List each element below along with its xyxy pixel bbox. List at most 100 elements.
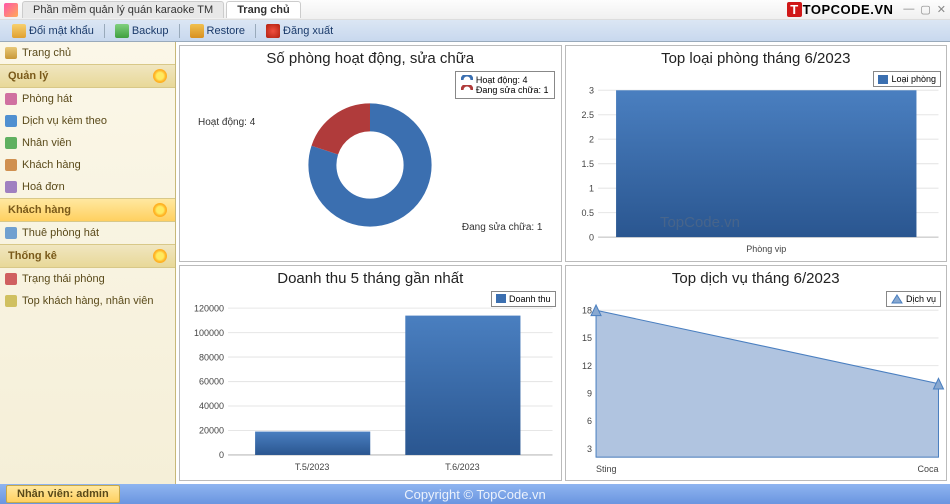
sidebar-item-rent[interactable]: Thuê phòng hát (0, 222, 175, 244)
sidebar-item-label: Trạng thái phòng (22, 273, 105, 285)
legend: Doanh thu (491, 291, 556, 307)
area-chart: 18 15 12 9 6 3 Sting Coca (566, 289, 947, 481)
maximize-icon[interactable]: ▢ (920, 3, 930, 16)
svg-text:1.5: 1.5 (581, 159, 594, 169)
sidebar-group-label: Quản lý (8, 70, 48, 82)
legend: Dịch vụ (886, 291, 941, 307)
sidebar-item-room[interactable]: Phòng hát (0, 88, 175, 110)
svg-text:T.6/2023: T.6/2023 (445, 461, 480, 471)
panel-revenue: Doanh thu 5 tháng gần nhất Doanh thu 120… (179, 265, 562, 482)
app-icon (4, 3, 18, 17)
bar-chart: 3 2.5 2 1.5 1 0.5 0 Phòng vip (566, 69, 947, 261)
sidebar-item-invoice[interactable]: Hoá đơn (0, 176, 175, 198)
logo: TTOPCODE.VN (787, 2, 893, 17)
logout-icon (266, 24, 280, 38)
svg-text:3: 3 (587, 443, 592, 453)
sidebar: Trang chủ Quản lý Phòng hát Dịch vụ kèm … (0, 42, 176, 484)
sidebar-item-room-status[interactable]: Trạng thái phòng (0, 268, 175, 290)
legend: Loại phòng (873, 71, 941, 87)
svg-text:40000: 40000 (199, 400, 224, 410)
sidebar-item-customer[interactable]: Khách hàng (0, 154, 175, 176)
callout-active: Hoạt động: 4 (198, 117, 255, 128)
top-icon (5, 295, 17, 307)
panel-top-service: Top dịch vụ tháng 6/2023 Dịch vụ 18 15 1… (565, 265, 948, 482)
sidebar-group-stats[interactable]: Thống kê (0, 244, 175, 268)
restore-icon (190, 24, 204, 38)
bar-chart: 120000 100000 80000 60000 40000 20000 0 … (180, 289, 561, 481)
svg-text:1: 1 (589, 183, 594, 193)
panel-title: Top loại phòng tháng 6/2023 (566, 46, 947, 69)
panel-title: Top dịch vụ tháng 6/2023 (566, 266, 947, 289)
status-user: Nhân viên: admin (6, 485, 120, 503)
close-icon[interactable]: ✕ (937, 3, 946, 16)
svg-text:80000: 80000 (199, 352, 224, 362)
key-icon (12, 24, 26, 38)
sidebar-item-service[interactable]: Dịch vụ kèm theo (0, 110, 175, 132)
sidebar-group-label: Thống kê (8, 250, 57, 262)
sun-icon (153, 249, 167, 263)
panel-top-room-type: Top loại phòng tháng 6/2023 Loại phòng 3… (565, 45, 948, 262)
sidebar-item-label: Top khách hàng, nhân viên (22, 295, 154, 307)
svg-text:2: 2 (589, 134, 594, 144)
backup-icon (115, 24, 129, 38)
svg-text:Sting: Sting (596, 463, 617, 473)
restore-button[interactable]: Restore (184, 22, 252, 40)
svg-text:18: 18 (582, 305, 592, 315)
tab-home[interactable]: Trang chủ (226, 1, 301, 18)
x-label: Phòng vip (746, 244, 786, 254)
titlebar: Phần mềm quản lý quán karaoke TM Trang c… (0, 0, 950, 20)
svg-text:9: 9 (587, 388, 592, 398)
logout-button[interactable]: Đăng xuất (260, 22, 339, 40)
dashboard: Số phòng hoạt động, sửa chữa Hoạt động: … (176, 42, 950, 484)
backup-label: Backup (132, 25, 169, 37)
toolbar: Đổi mật khẩu Backup Restore Đăng xuất (0, 20, 950, 42)
sun-icon (153, 203, 167, 217)
sidebar-item-label: Trang chủ (22, 47, 71, 59)
svg-text:0.5: 0.5 (581, 208, 594, 218)
rent-icon (5, 227, 17, 239)
svg-text:12: 12 (582, 360, 592, 370)
sidebar-item-label: Dịch vụ kèm theo (22, 115, 107, 127)
restore-label: Restore (207, 25, 246, 37)
service-icon (5, 115, 17, 127)
sidebar-item-home[interactable]: Trang chủ (0, 42, 175, 64)
backup-button[interactable]: Backup (109, 22, 175, 40)
svg-text:0: 0 (589, 232, 594, 242)
staff-icon (5, 137, 17, 149)
svg-text:3: 3 (589, 85, 594, 95)
sidebar-item-label: Thuê phòng hát (22, 227, 99, 239)
svg-text:120000: 120000 (194, 303, 224, 313)
sidebar-item-label: Phòng hát (22, 93, 72, 105)
sidebar-item-staff[interactable]: Nhân viên (0, 132, 175, 154)
panel-room-status: Số phòng hoạt động, sửa chữa Hoạt động: … (179, 45, 562, 262)
svg-text:T.5/2023: T.5/2023 (295, 461, 330, 471)
sidebar-item-label: Khách hàng (22, 159, 81, 171)
customer-icon (5, 159, 17, 171)
sidebar-group-customer[interactable]: Khách hàng (0, 198, 175, 222)
svg-text:2.5: 2.5 (581, 110, 594, 120)
statusbar: Nhân viên: admin Copyright © TopCode.vn (0, 484, 950, 504)
svg-text:60000: 60000 (199, 376, 224, 386)
sun-icon (153, 69, 167, 83)
change-password-button[interactable]: Đổi mật khẩu (6, 22, 100, 40)
svg-text:20000: 20000 (199, 425, 224, 435)
svg-text:0: 0 (219, 449, 224, 459)
sidebar-group-label: Khách hàng (8, 204, 71, 216)
sidebar-group-manage[interactable]: Quản lý (0, 64, 175, 88)
invoice-icon (5, 181, 17, 193)
svg-text:6: 6 (587, 415, 592, 425)
sidebar-item-label: Nhân viên (22, 137, 72, 149)
home-icon (5, 47, 17, 59)
sidebar-item-top[interactable]: Top khách hàng, nhân viên (0, 290, 175, 312)
logout-label: Đăng xuất (283, 25, 333, 37)
svg-text:100000: 100000 (194, 327, 224, 337)
minimize-icon[interactable]: — (903, 3, 914, 16)
copyright: Copyright © TopCode.vn (404, 487, 546, 502)
panel-title: Số phòng hoạt động, sửa chữa (180, 46, 561, 69)
room-icon (5, 93, 17, 105)
svg-text:Coca: Coca (917, 463, 939, 473)
panel-title: Doanh thu 5 tháng gần nhất (180, 266, 561, 289)
tab-app-title[interactable]: Phần mềm quản lý quán karaoke TM (22, 1, 224, 18)
callout-repair: Đang sửa chữa: 1 (462, 222, 543, 233)
donut-chart (300, 95, 440, 235)
